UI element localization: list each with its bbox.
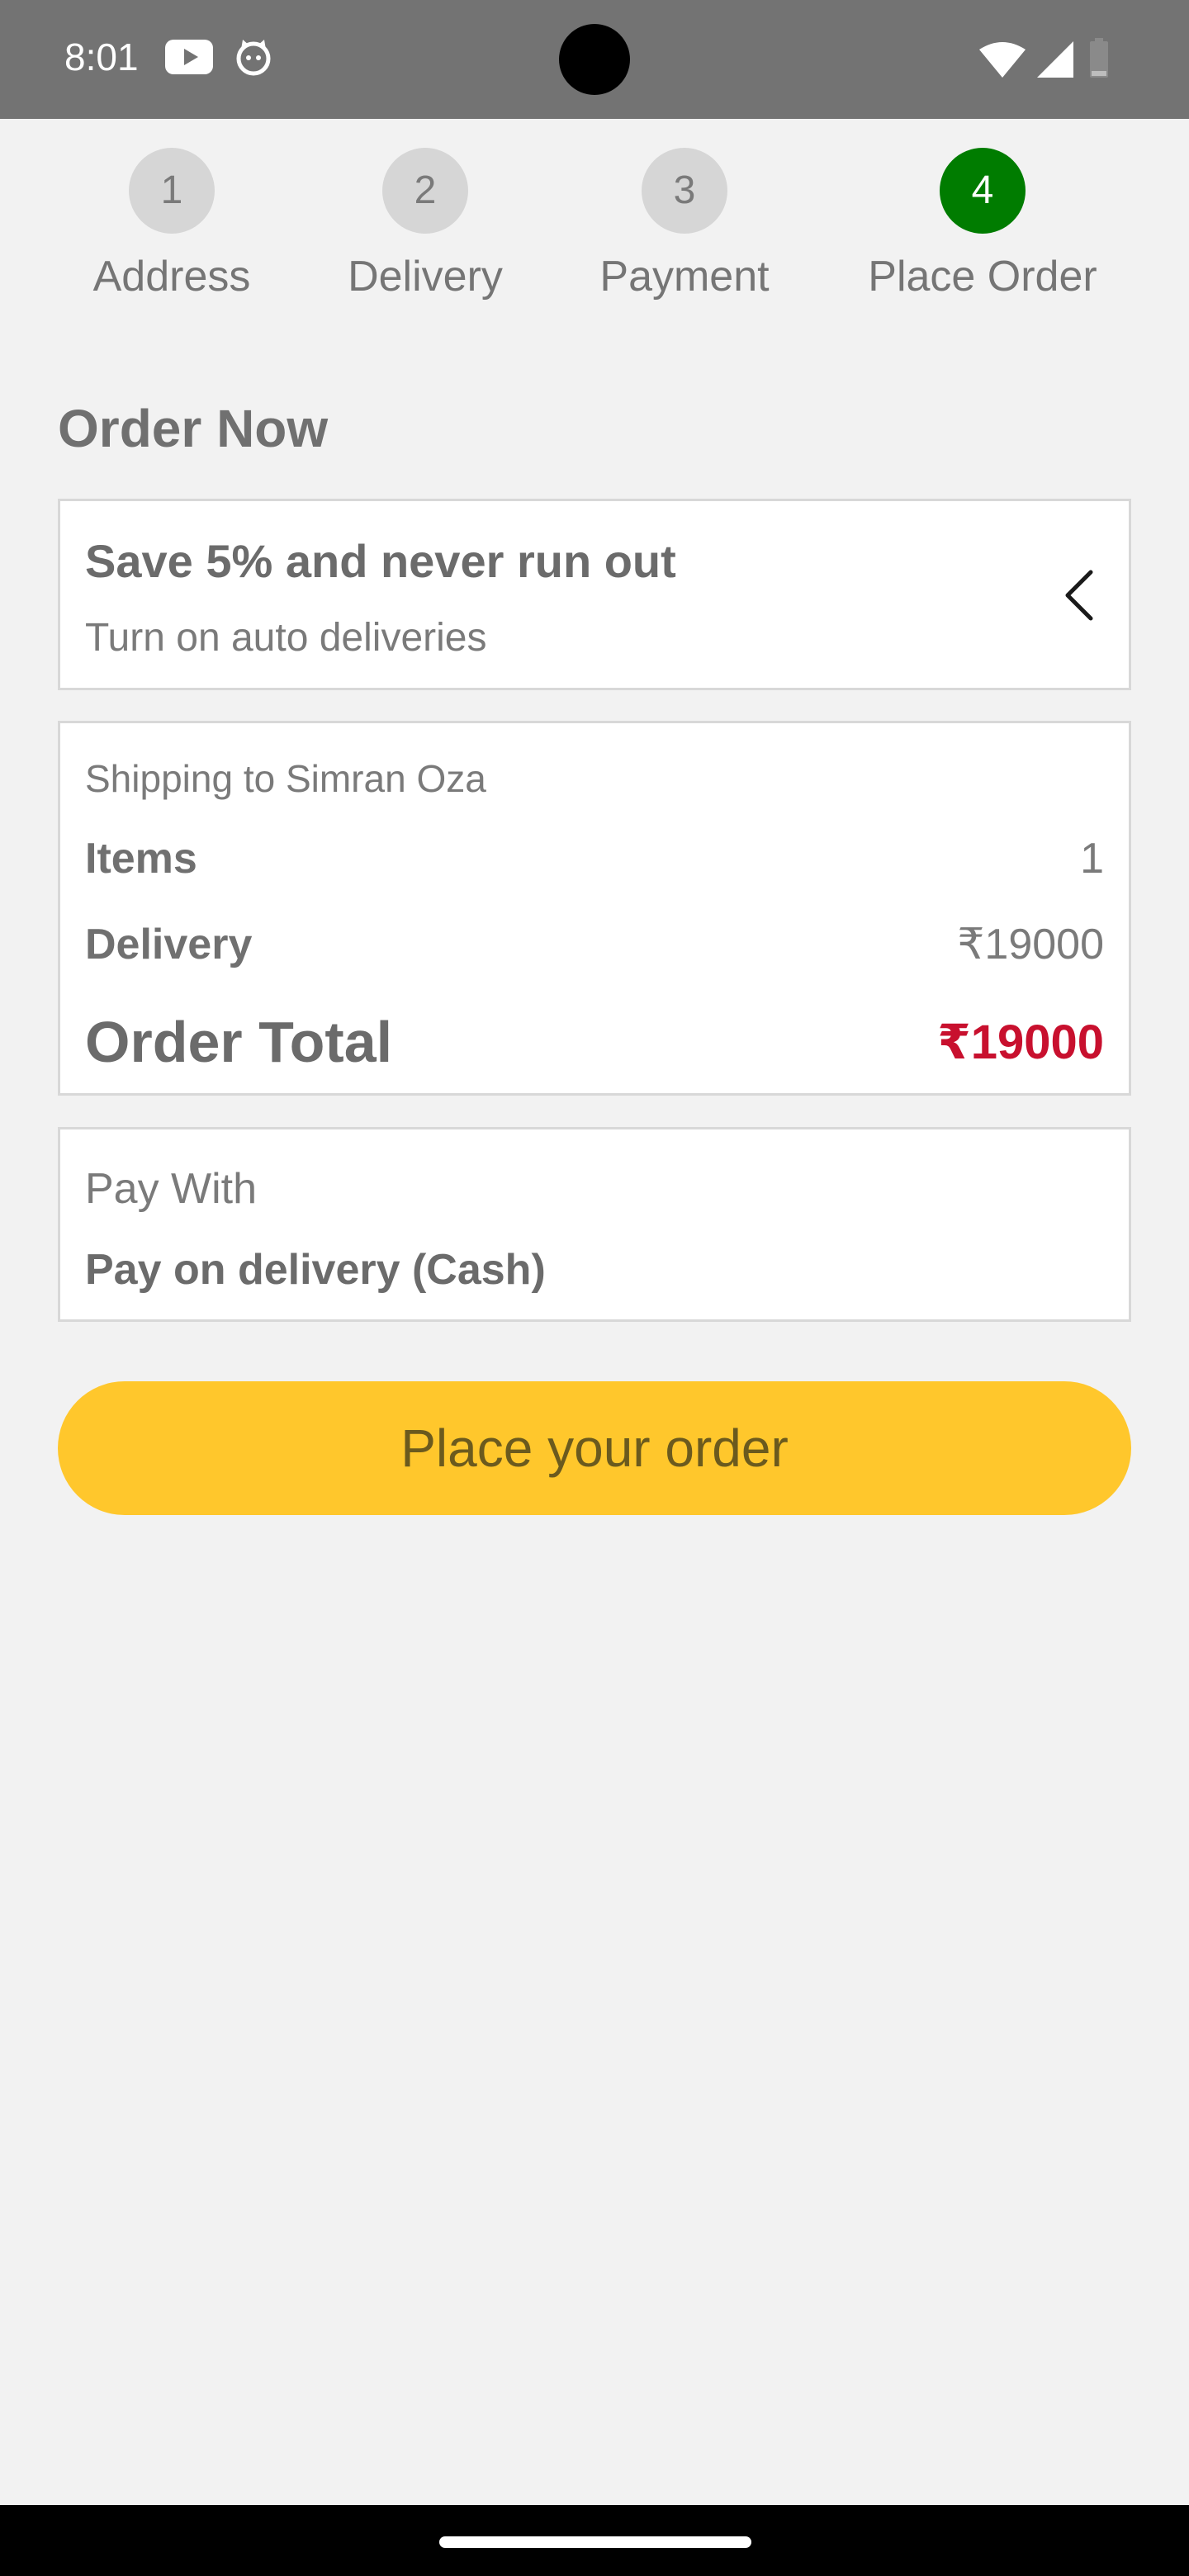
status-bar: 8:01 <box>0 0 1189 119</box>
battery-icon <box>1088 38 1110 82</box>
step-address[interactable]: 1 Address <box>48 148 296 301</box>
payment-method-card[interactable]: Pay With Pay on delivery (Cash) <box>58 1127 1131 1322</box>
shipping-to-text: Shipping to Simran Oza <box>85 757 486 800</box>
order-summary-card: Shipping to Simran Oza Items 1 Delivery … <box>58 721 1131 1096</box>
delivery-value: ₹19000 <box>957 921 1104 968</box>
items-value: 1 <box>1080 835 1104 883</box>
promo-title: Save 5% and never run out <box>85 535 676 587</box>
wifi-icon <box>979 41 1026 82</box>
items-row: Items 1 <box>85 834 1104 883</box>
step-number: 4 <box>940 148 1026 234</box>
cat-face-icon <box>234 38 272 80</box>
status-time: 8:01 <box>64 36 139 78</box>
step-label: Place Order <box>868 253 1097 301</box>
home-indicator[interactable] <box>439 2536 751 2548</box>
order-total-row: Order Total ₹19000 <box>85 1009 1104 1077</box>
payment-method-value: Pay on delivery (Cash) <box>85 1246 546 1294</box>
camera-cutout <box>559 24 630 95</box>
pay-with-label: Pay With <box>85 1165 258 1213</box>
delivery-label: Delivery <box>85 921 253 968</box>
step-number: 3 <box>642 148 727 234</box>
step-payment[interactable]: 3 Payment <box>561 148 808 301</box>
delivery-row: Delivery ₹19000 <box>85 920 1104 969</box>
step-delivery[interactable]: 2 Delivery <box>301 148 549 301</box>
auto-delivery-promo-card[interactable]: Save 5% and never run out Turn on auto d… <box>58 499 1131 690</box>
signal-icon <box>1037 41 1073 82</box>
checkout-stepper: 1 Address 2 Delivery 3 Payment 4 Place O… <box>0 119 1189 317</box>
step-label: Delivery <box>348 253 503 301</box>
chevron-left-icon[interactable] <box>1063 569 1096 626</box>
step-label: Address <box>92 253 251 301</box>
place-order-button[interactable]: Place your order <box>58 1381 1131 1515</box>
step-number: 2 <box>382 148 468 234</box>
promo-subtitle: Turn on auto deliveries <box>85 616 487 660</box>
page-title: Order Now <box>58 399 329 458</box>
step-place-order[interactable]: 4 Place Order <box>859 148 1106 301</box>
step-number: 1 <box>129 148 215 234</box>
order-total-value: ₹19000 <box>937 1016 1104 1069</box>
order-total-label: Order Total <box>85 1010 393 1074</box>
youtube-icon <box>165 40 213 78</box>
items-label: Items <box>85 835 197 883</box>
step-label: Payment <box>599 253 770 301</box>
